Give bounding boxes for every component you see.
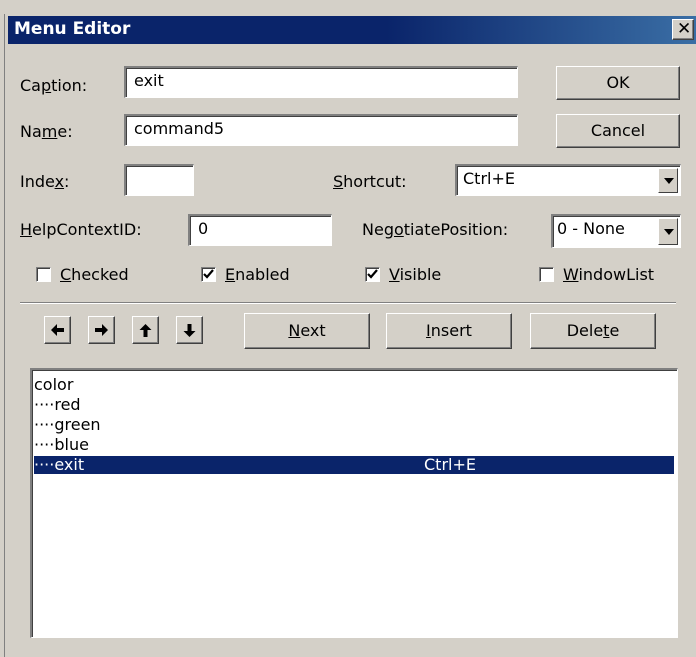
down-arrow-icon <box>183 324 196 337</box>
delete-button[interactable]: Delete <box>530 313 656 349</box>
move-right-button[interactable] <box>88 316 115 344</box>
menu-editor-dialog: Menu Editor ✕ Caption: exit OK Name: com… <box>0 0 696 657</box>
enabled-label[interactable]: Enabled <box>225 265 290 284</box>
list-item[interactable]: ····red <box>34 396 81 414</box>
checked-box[interactable] <box>36 267 51 282</box>
name-label: Name: <box>20 122 73 141</box>
move-up-button[interactable] <box>132 316 159 344</box>
ok-button[interactable]: OK <box>556 66 680 100</box>
separator-highlight <box>20 303 676 304</box>
window-title: Menu Editor <box>14 19 131 39</box>
cancel-button[interactable]: Cancel <box>556 114 680 148</box>
shortcut-label: Shortcut: <box>333 172 407 191</box>
insert-button[interactable]: Insert <box>386 313 512 349</box>
negotiateposition-select[interactable]: 0 - None <box>551 214 681 248</box>
move-left-button[interactable] <box>44 316 71 344</box>
window-edge <box>4 14 5 657</box>
name-input[interactable]: command5 <box>124 114 518 146</box>
visible-label[interactable]: Visible <box>389 265 441 284</box>
shortcut-select[interactable]: Ctrl+E <box>455 164 681 196</box>
menu-items-list[interactable]: color ····red ····green ····blue ····exi… <box>30 368 678 638</box>
list-item-selected[interactable]: ····exit Ctrl+E <box>34 456 674 474</box>
helpcontextid-label: HelpContextID: <box>20 220 142 239</box>
close-button[interactable]: ✕ <box>672 19 694 40</box>
chevron-down-icon <box>664 177 674 184</box>
list-item[interactable]: ····blue <box>34 436 89 454</box>
move-down-button[interactable] <box>176 316 203 344</box>
caption-input[interactable]: exit <box>124 66 518 98</box>
helpcontextid-input[interactable]: 0 <box>188 214 332 246</box>
chevron-down-icon <box>664 228 674 235</box>
title-bar[interactable]: Menu Editor ✕ <box>8 16 696 44</box>
list-item[interactable]: color <box>34 376 73 394</box>
windowlist-label[interactable]: WindowList <box>563 265 654 284</box>
shortcut-dropdown-arrow[interactable] <box>658 168 678 193</box>
close-icon: ✕ <box>677 19 692 39</box>
checked-label[interactable]: Checked <box>60 265 129 284</box>
negotiateposition-value: 0 - None <box>557 219 625 238</box>
negotiateposition-label: NegotiatePosition: <box>362 220 509 239</box>
left-arrow-icon <box>51 324 64 336</box>
checkmark-icon <box>203 269 214 279</box>
windowlist-box[interactable] <box>539 267 554 282</box>
caption-label: Caption: <box>20 76 88 95</box>
visible-box[interactable] <box>365 267 380 282</box>
shortcut-value: Ctrl+E <box>463 169 515 188</box>
index-label: Index: <box>20 172 70 191</box>
list-item[interactable]: ····green <box>34 416 101 434</box>
checkmark-icon <box>367 269 378 279</box>
enabled-box[interactable] <box>201 267 216 282</box>
negotiateposition-dropdown-arrow[interactable] <box>658 218 678 245</box>
next-button[interactable]: Next <box>244 313 370 349</box>
right-arrow-icon <box>95 324 108 336</box>
up-arrow-icon <box>139 324 152 337</box>
index-input[interactable] <box>124 164 194 196</box>
